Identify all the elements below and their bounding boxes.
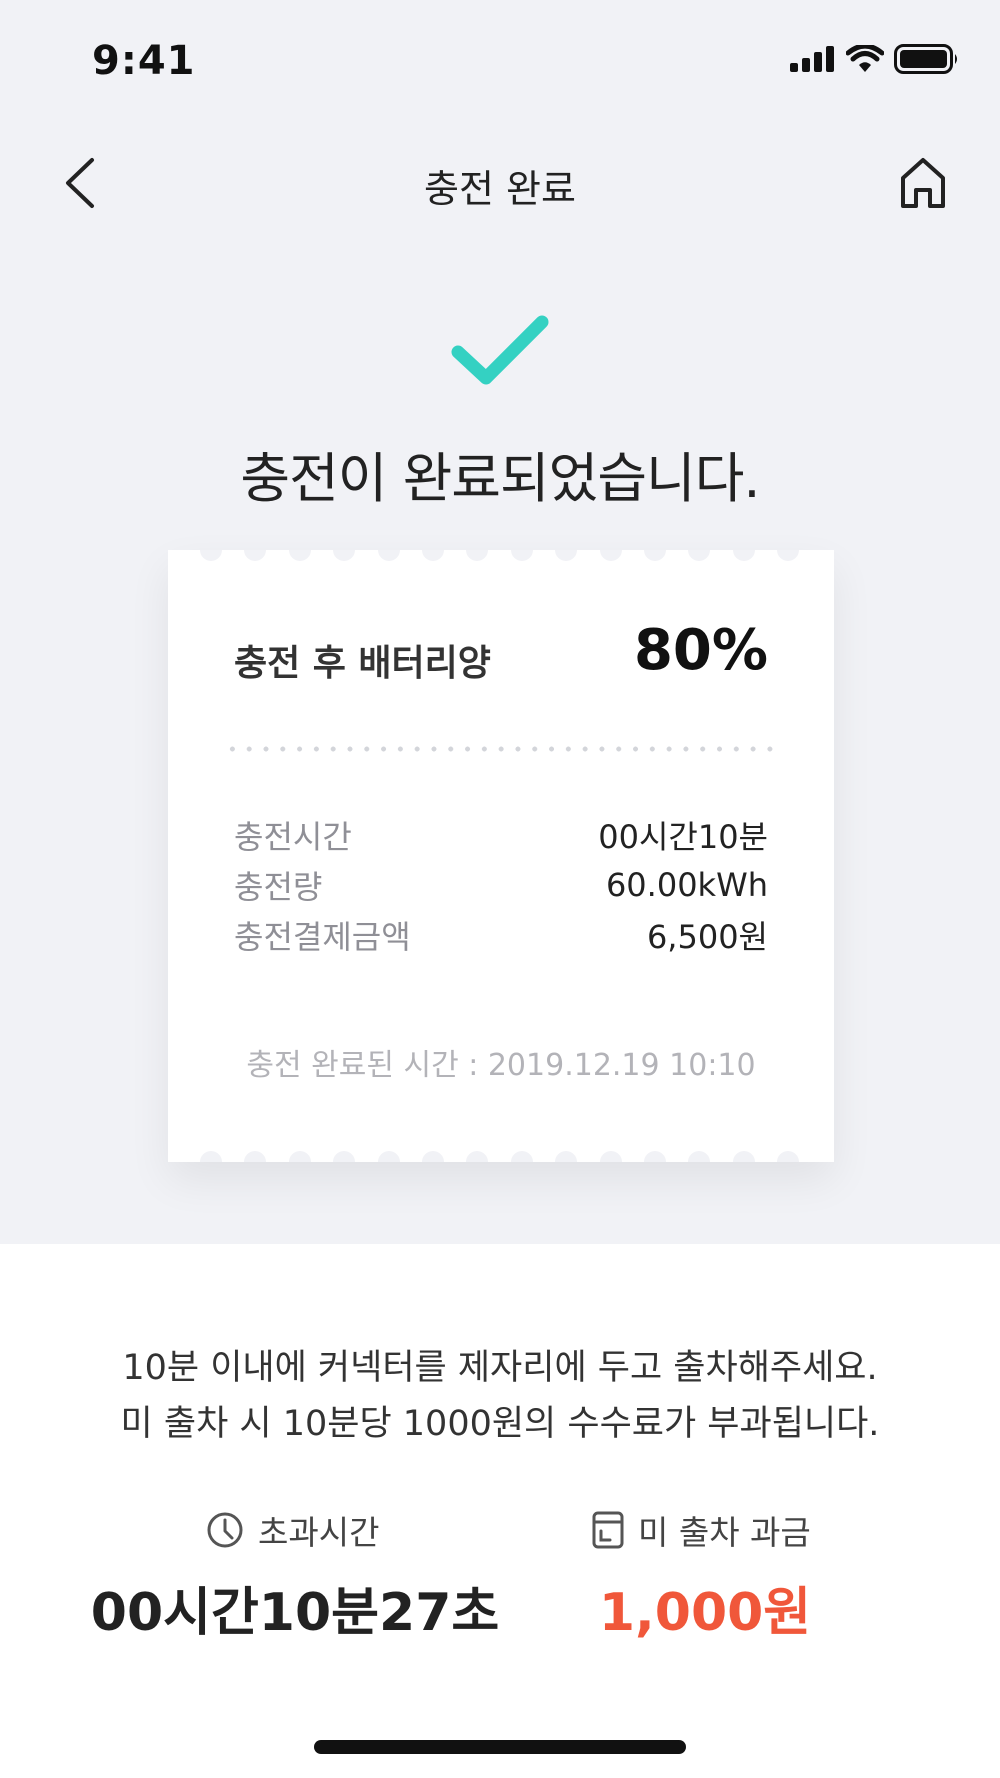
- detail-row-payment: 충전결제금액 6,500원: [234, 912, 768, 958]
- page-title: 충전 완료: [424, 167, 576, 211]
- check-icon: [451, 315, 549, 385]
- clock-icon: [207, 1512, 243, 1548]
- status-icons: [790, 44, 960, 74]
- detail-label: 충전결제금액: [234, 918, 411, 956]
- receipt-scallop: [200, 1151, 222, 1162]
- fee-label-group: 미 출차 과금: [592, 1506, 811, 1554]
- notice-text: 10분 이내에 커넥터를 제자리에 두고 출차해주세요. 미 출차 시 10분당…: [0, 1340, 1000, 1452]
- overtime-value: 00시간10분27초: [90, 1583, 500, 1643]
- receipt-card: 충전 후 배터리양 80% 충전시간 00시간10분 충전량 60.00kWh …: [168, 550, 834, 1162]
- receipt-scallop: [688, 550, 711, 561]
- receipt-scallop: [377, 1151, 400, 1162]
- receipt-scallop: [288, 1151, 311, 1162]
- status-time: 9:41: [92, 38, 196, 84]
- receipt-scallop: [510, 550, 533, 561]
- receipt-scallop: [377, 550, 400, 561]
- receipt-scallop: [422, 1151, 444, 1162]
- card-icon: [592, 1511, 624, 1549]
- completion-headline: 충전이 완료되었습니다.: [240, 447, 760, 510]
- completed-time: 충전 완료된 시간 : 2019.12.19 10:10: [246, 1048, 756, 1083]
- notice-line-2: 미 출차 시 10분당 1000원의 수수료가 부과됩니다.: [120, 1404, 880, 1444]
- receipt-scallop: [732, 1151, 755, 1162]
- home-button[interactable]: [890, 150, 956, 216]
- receipt-scallop: [288, 550, 311, 561]
- receipt-scallop: [510, 1151, 533, 1162]
- overtime-label-group: 초과시간: [206, 1506, 379, 1554]
- home-icon: [901, 158, 945, 208]
- receipt-scallop: [777, 1151, 800, 1162]
- receipt-scallop: [555, 550, 578, 561]
- wifi-icon: [846, 45, 884, 72]
- detail-row-charge-amount: 충전량 60.00kWh: [234, 862, 768, 908]
- overtime-label: 초과시간: [258, 1513, 380, 1552]
- receipt-scallop: [599, 1151, 622, 1162]
- battery-value: 80%: [633, 618, 768, 683]
- detail-row-charge-time: 충전시간 00시간10분: [234, 812, 768, 858]
- receipt-scallop: [777, 550, 800, 561]
- notice-line-1: 10분 이내에 커넥터를 제자리에 두고 출차해주세요.: [122, 1348, 878, 1388]
- receipt-scallop: [599, 550, 622, 561]
- receipt-scallop: [200, 550, 222, 561]
- signal-icon: [790, 46, 834, 72]
- home-indicator[interactable]: [314, 1740, 686, 1754]
- receipt-scallop: [333, 1151, 356, 1162]
- receipt-scallop: [244, 550, 267, 561]
- receipt-scallop: [422, 550, 444, 561]
- detail-value: 00시간10분: [598, 818, 768, 856]
- detail-value: 6,500원: [646, 918, 768, 956]
- receipt-scallop: [466, 1151, 489, 1162]
- fee-label: 미 출차 과금: [638, 1513, 811, 1552]
- receipt-scallop: [644, 550, 666, 561]
- receipt-scallop: [688, 1151, 711, 1162]
- battery-icon: [894, 44, 957, 74]
- detail-label: 충전시간: [234, 818, 352, 856]
- fee-value: 1,000원: [598, 1583, 812, 1643]
- dotted-divider: [224, 746, 780, 752]
- detail-value: 60.00kWh: [605, 866, 768, 904]
- bottom-panel: [0, 1244, 1000, 1778]
- receipt-scallop: [244, 1151, 267, 1162]
- receipt-scallop: [732, 550, 755, 561]
- receipt-scallop: [466, 550, 489, 561]
- receipt-scallop: [555, 1151, 578, 1162]
- receipt-scallop: [644, 1151, 666, 1162]
- receipt-scallop: [333, 550, 356, 561]
- battery-label: 충전 후 배터리양: [234, 643, 491, 684]
- detail-label: 충전량: [234, 868, 323, 906]
